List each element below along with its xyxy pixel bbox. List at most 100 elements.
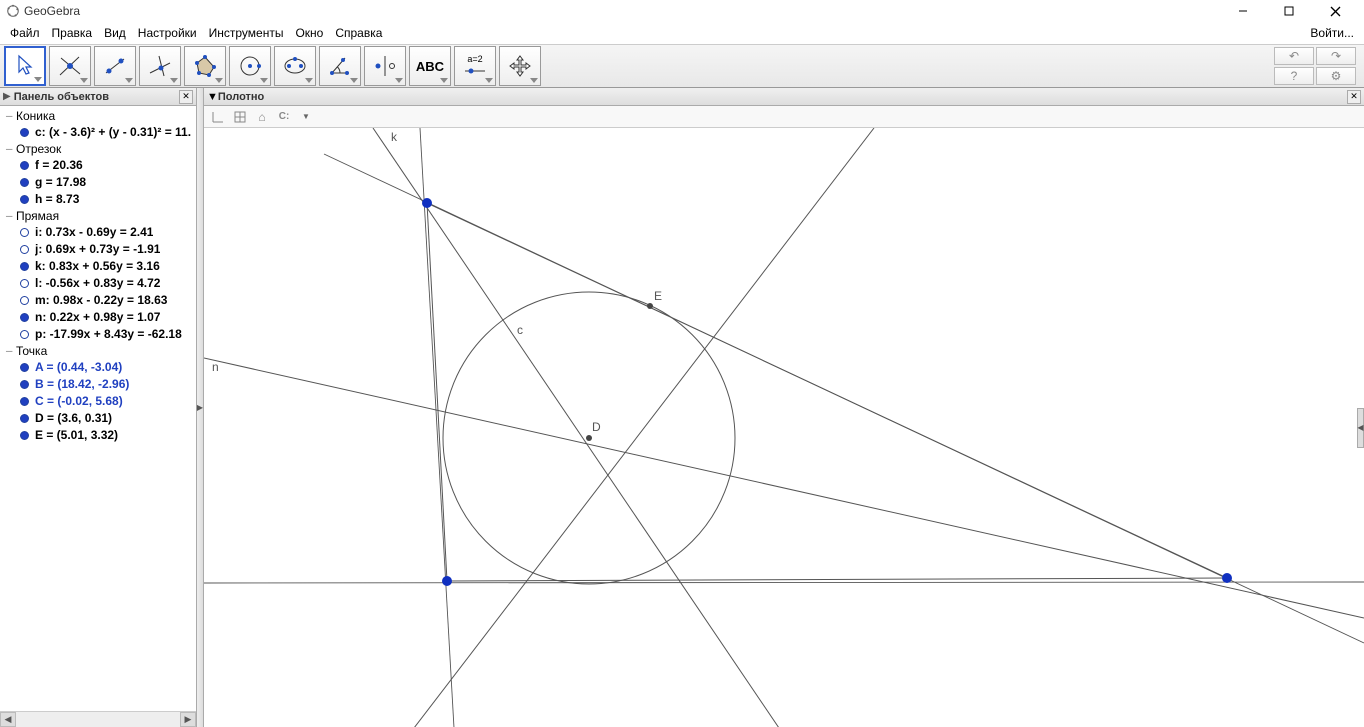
left-splitter[interactable]: ▶: [197, 88, 204, 727]
angle-icon: [327, 53, 353, 79]
menu-window[interactable]: Окно: [289, 24, 329, 42]
menu-settings[interactable]: Настройки: [132, 24, 203, 42]
left-scrollbar[interactable]: ◀ ▶: [0, 711, 196, 727]
tool-point[interactable]: [49, 46, 91, 86]
help-icon: ?: [1291, 69, 1298, 83]
toolbar: ABC a=2 ↶ ↷ ? ⚙: [0, 44, 1364, 88]
maximize-button[interactable]: [1266, 0, 1312, 22]
tool-move[interactable]: [4, 46, 46, 86]
group-conic[interactable]: ─Коника: [0, 108, 196, 124]
right-splitter[interactable]: ◀: [1357, 408, 1364, 448]
canvas-area[interactable]: k n c D E: [204, 128, 1364, 727]
tool-perpendicular[interactable]: [139, 46, 181, 86]
group-line[interactable]: ─Прямая: [0, 208, 196, 224]
undo-button[interactable]: ↶: [1274, 47, 1314, 65]
scroll-right-button[interactable]: ▶: [180, 712, 196, 727]
obj-i[interactable]: i: 0.73x - 0.69y = 2.41: [0, 224, 196, 241]
canvas-header[interactable]: ▼ Полотно ✕: [204, 88, 1364, 106]
tool-angle[interactable]: [319, 46, 361, 86]
tool-movegraphics[interactable]: [499, 46, 541, 86]
geometry-canvas[interactable]: k n c D E: [204, 128, 1364, 727]
objects-panel-close[interactable]: ✕: [179, 90, 193, 104]
app-title: GeoGebra: [24, 4, 1220, 18]
obj-j[interactable]: j: 0.69x + 0.73y = -1.91: [0, 241, 196, 258]
obj-m[interactable]: m: 0.98x - 0.22y = 18.63: [0, 292, 196, 309]
menu-edit[interactable]: Правка: [46, 24, 99, 42]
app-logo-icon: [6, 4, 20, 18]
tool-polygon[interactable]: [184, 46, 226, 86]
menu-help[interactable]: Справка: [329, 24, 388, 42]
tool-circle[interactable]: [229, 46, 271, 86]
point-icon: [57, 53, 83, 79]
text-icon: ABC: [416, 59, 444, 74]
close-button[interactable]: [1312, 0, 1358, 22]
grid-toggle[interactable]: [230, 108, 250, 126]
point-B[interactable]: [1222, 573, 1232, 583]
obj-l[interactable]: l: -0.56x + 0.83y = 4.72: [0, 275, 196, 292]
obj-f[interactable]: f = 20.36: [0, 157, 196, 174]
polygon-icon: [192, 53, 218, 79]
objects-list[interactable]: ─Коника c: (x - 3.6)² + (y - 0.31)² = 11…: [0, 106, 196, 711]
redo-button[interactable]: ↷: [1316, 47, 1356, 65]
tool-slider[interactable]: a=2: [454, 46, 496, 86]
login-link[interactable]: Войти...: [1304, 24, 1360, 42]
tool-text[interactable]: ABC: [409, 46, 451, 86]
point-D[interactable]: [586, 435, 592, 441]
obj-c[interactable]: c: (x - 3.6)² + (y - 0.31)² = 11.: [0, 124, 196, 141]
cursor-icon: [15, 54, 35, 78]
canvas-panel: ▼ Полотно ✕ ⌂ C: ▼: [204, 88, 1364, 727]
obj-g[interactable]: g = 17.98: [0, 174, 196, 191]
point-A[interactable]: [442, 576, 452, 586]
scroll-left-button[interactable]: ◀: [0, 712, 16, 727]
ellipse-icon: [282, 53, 308, 79]
tool-ellipse[interactable]: [274, 46, 316, 86]
line-icon: [102, 53, 128, 79]
svg-text:k: k: [391, 130, 398, 144]
objects-panel: ▶ Панель объектов ✕ ─Коника c: (x - 3.6)…: [0, 88, 197, 727]
home-button[interactable]: ⌂: [252, 108, 272, 126]
obj-p[interactable]: p: -17.99x + 8.43y = -62.18: [0, 326, 196, 343]
tool-reflect[interactable]: [364, 46, 406, 86]
obj-n[interactable]: n: 0.22x + 0.98y = 1.07: [0, 309, 196, 326]
grid-icon: [233, 110, 247, 124]
obj-k[interactable]: k: 0.83x + 0.56y = 3.16: [0, 258, 196, 275]
obj-B[interactable]: B = (18.42, -2.96): [0, 376, 196, 393]
point-C[interactable]: [422, 198, 432, 208]
gear-icon: ⚙: [1331, 69, 1342, 83]
group-segment[interactable]: ─Отрезок: [0, 141, 196, 157]
capture-button[interactable]: C:: [274, 108, 294, 126]
obj-h[interactable]: h = 8.73: [0, 191, 196, 208]
canvas-menu[interactable]: ▼: [296, 108, 316, 126]
objects-panel-header[interactable]: ▶ Панель объектов ✕: [0, 88, 196, 106]
canvas-title: Полотно: [218, 91, 783, 103]
obj-E[interactable]: E = (5.01, 3.32): [0, 427, 196, 444]
menu-view[interactable]: Вид: [98, 24, 132, 42]
group-point[interactable]: ─Точка: [0, 343, 196, 359]
obj-D[interactable]: D = (3.6, 0.31): [0, 410, 196, 427]
move-graphics-icon: [508, 54, 532, 78]
perpendicular-icon: [147, 53, 173, 79]
scroll-track[interactable]: [16, 712, 180, 727]
obj-C[interactable]: C = (-0.02, 5.68): [0, 393, 196, 410]
point-E[interactable]: [647, 303, 653, 309]
undo-icon: ↶: [1289, 49, 1299, 63]
circle-icon: [237, 53, 263, 79]
help-button[interactable]: ?: [1274, 67, 1314, 85]
dropdown-icon: ▼: [302, 112, 310, 121]
menu-file[interactable]: Файл: [4, 24, 46, 42]
titlebar: GeoGebra: [0, 0, 1364, 22]
settings-button[interactable]: ⚙: [1316, 67, 1356, 85]
redo-icon: ↷: [1331, 49, 1341, 63]
menu-tools[interactable]: Инструменты: [203, 24, 290, 42]
svg-text:c: c: [517, 323, 523, 337]
tool-line[interactable]: [94, 46, 136, 86]
collapse-arrow-icon: ▼: [207, 91, 218, 103]
canvas-close[interactable]: ✕: [1347, 90, 1361, 104]
capture-icon: C:: [279, 111, 290, 122]
slider-icon: a=2: [463, 54, 487, 78]
svg-text:D: D: [592, 420, 601, 434]
axes-toggle[interactable]: [208, 108, 228, 126]
minimize-button[interactable]: [1220, 0, 1266, 22]
reflect-icon: [372, 53, 398, 79]
obj-A[interactable]: A = (0.44, -3.04): [0, 359, 196, 376]
